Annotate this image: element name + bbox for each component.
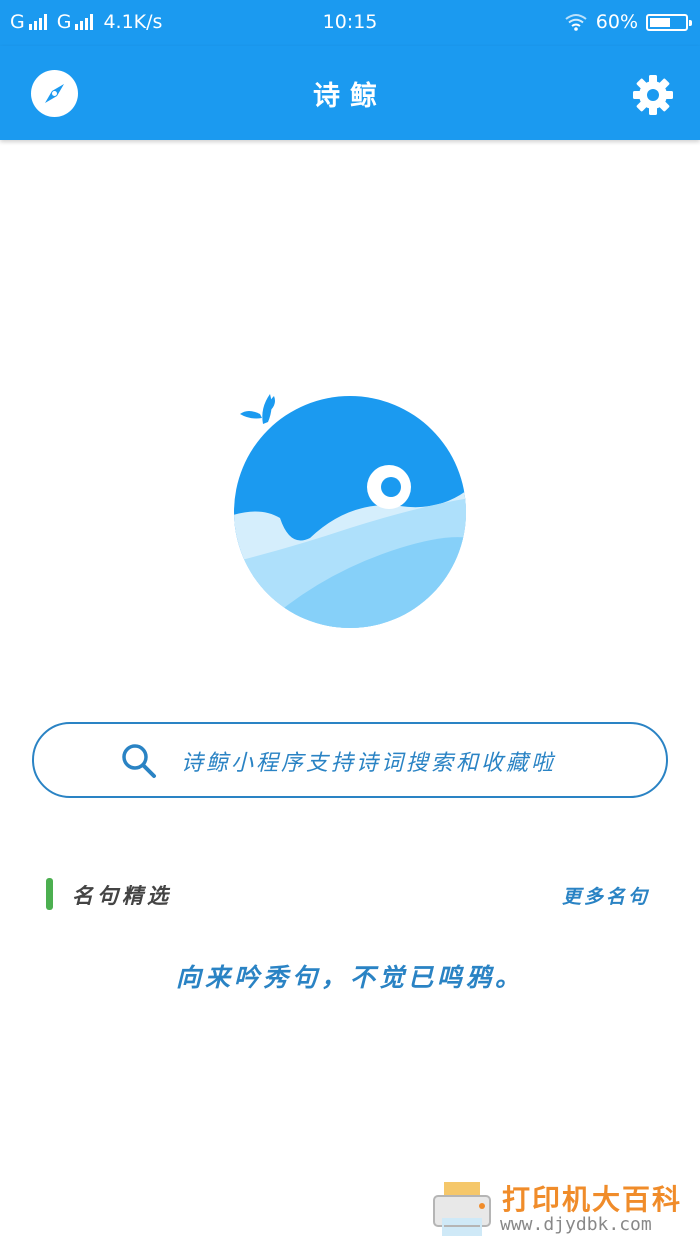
- app-bar: 诗鲸: [0, 46, 700, 140]
- more-quotes-link[interactable]: 更多名句: [562, 882, 650, 909]
- gear-icon: [633, 75, 673, 115]
- search-box[interactable]: 诗鲸小程序支持诗词搜索和收藏啦: [32, 722, 668, 798]
- watermark-title: 打印机大百科: [502, 1183, 683, 1216]
- status-right-group: 60%: [564, 11, 692, 33]
- page-title: 诗鲸: [313, 81, 387, 112]
- battery-icon: [646, 13, 692, 31]
- battery-percent: 60%: [595, 11, 638, 33]
- watermark-url: www.djydbk.com: [500, 1214, 652, 1235]
- battery-fill: [650, 17, 671, 27]
- wifi-icon: [565, 14, 587, 31]
- status-bar: G G 4.1K/s 10:15 60%: [0, 0, 700, 46]
- whale-logo: [230, 388, 470, 628]
- search-icon: [122, 744, 156, 778]
- printer-logo-icon: [433, 1182, 491, 1236]
- section-title: 名句精选: [72, 883, 172, 908]
- section-marker: [46, 878, 53, 910]
- featured-quote[interactable]: 向来吟秀句，不觉已鸣鸦。: [0, 958, 700, 994]
- search-placeholder: 诗鲸小程序支持诗词搜索和收藏啦: [181, 751, 557, 776]
- watermark: 打印机大百科 www.djydbk.com: [430, 1172, 700, 1244]
- settings-button[interactable]: [632, 74, 674, 116]
